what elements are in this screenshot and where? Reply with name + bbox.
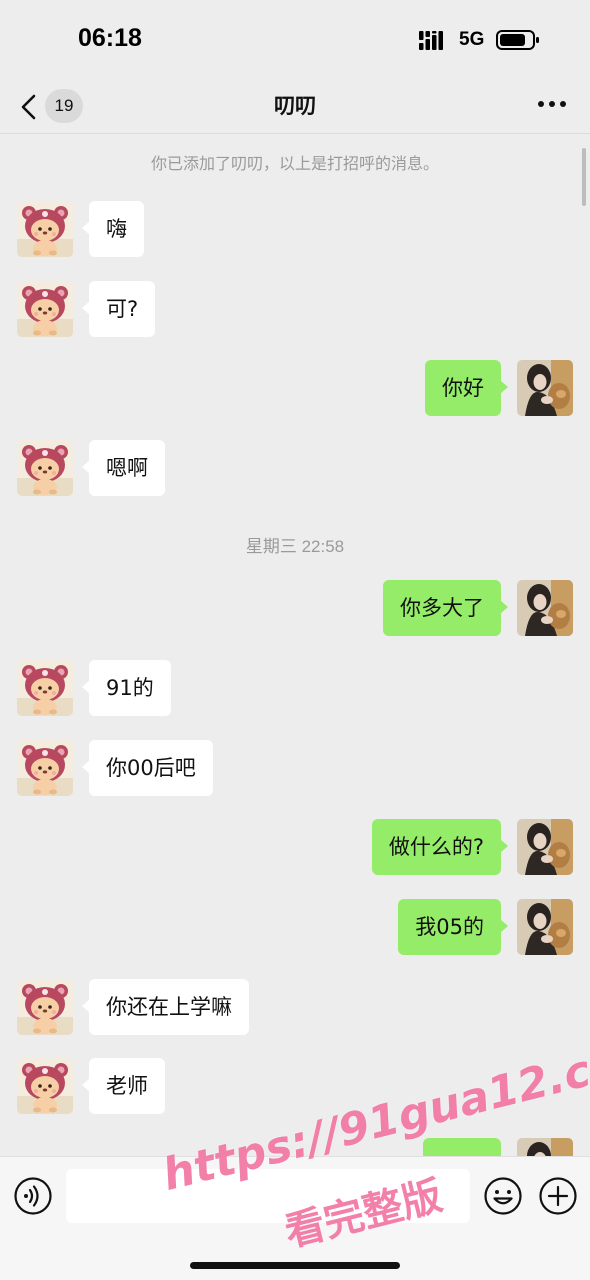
message-row: 我05的 [0, 899, 590, 959]
contact-avatar[interactable] [17, 440, 73, 496]
bear-avatar-icon [17, 281, 73, 337]
status-time: 06:18 [78, 24, 142, 52]
photo-avatar-icon [517, 1138, 573, 1156]
time-divider: 星期三 22:58 [245, 537, 345, 556]
message-bubble[interactable]: 你00后吧 [82, 740, 213, 796]
contact-avatar[interactable] [17, 281, 73, 337]
plus-icon[interactable] [538, 1176, 578, 1216]
message-row: 你好 [0, 360, 590, 420]
message-row: 你多大了 [0, 580, 590, 640]
message-row: 老师 [0, 1058, 590, 1118]
contact-avatar[interactable] [17, 660, 73, 716]
my-avatar[interactable] [517, 1138, 573, 1156]
message-bubble[interactable]: 老师 [82, 1058, 165, 1114]
message-row: 做什么的? [0, 819, 590, 879]
message-bubble[interactable]: 我05的 [398, 899, 508, 955]
my-avatar[interactable] [517, 899, 573, 955]
message-bubble[interactable]: 你多大了 [383, 580, 508, 636]
voice-icon[interactable] [13, 1176, 53, 1216]
message-bubble[interactable]: 嗯啊 [82, 440, 165, 496]
emoji-icon[interactable] [483, 1176, 523, 1216]
photo-avatar-icon [517, 819, 573, 875]
home-indicator[interactable] [190, 1262, 400, 1269]
contact-avatar[interactable] [17, 979, 73, 1035]
status-bar: 06:18 5G [0, 0, 590, 80]
contact-avatar[interactable] [17, 1058, 73, 1114]
battery-icon [496, 30, 539, 50]
message-row: 嗯啊 [0, 440, 590, 500]
nav-bar: 19 叨叨 [0, 80, 590, 134]
bear-avatar-icon [17, 660, 73, 716]
signal-icon [419, 31, 443, 50]
photo-avatar-icon [517, 580, 573, 636]
message-row: 你还在上学嘛 [0, 979, 590, 1039]
message-bubble[interactable]: 嗨 [82, 201, 144, 257]
my-avatar[interactable] [517, 360, 573, 416]
message-bubble[interactable] [423, 1138, 501, 1156]
message-row: 你00后吧 [0, 740, 590, 800]
message-bubble[interactable]: 你好 [425, 360, 508, 416]
message-row: 可? [0, 281, 590, 341]
bear-avatar-icon [17, 1058, 73, 1114]
chat-screen: 06:18 5G 19 叨叨 你已添加了叨叨，以上是打招呼的消息。 嗨 可? 你… [0, 0, 590, 1280]
message-bubble[interactable]: 91的 [82, 660, 171, 716]
message-row: 嗨 [0, 201, 590, 261]
my-avatar[interactable] [517, 580, 573, 636]
contact-avatar[interactable] [17, 740, 73, 796]
my-avatar[interactable] [517, 819, 573, 875]
system-notice: 你已添加了叨叨，以上是打招呼的消息。 [150, 154, 439, 173]
message-bubble[interactable]: 可? [81, 281, 156, 337]
message-row-partial [0, 1138, 590, 1156]
bear-avatar-icon [17, 979, 73, 1035]
photo-avatar-icon [517, 360, 573, 416]
photo-avatar-icon [517, 899, 573, 955]
bear-avatar-icon [17, 440, 73, 496]
network-label: 5G [459, 29, 485, 50]
message-bubble[interactable]: 做什么的? [371, 819, 509, 875]
more-dots-icon[interactable] [534, 92, 570, 116]
message-row: 91的 [0, 660, 590, 720]
message-input[interactable] [66, 1169, 470, 1223]
chat-title: 叨叨 [274, 94, 316, 118]
message-bubble[interactable]: 你还在上学嘛 [82, 979, 249, 1035]
bear-avatar-icon [17, 201, 73, 257]
contact-avatar[interactable] [17, 201, 73, 257]
bear-avatar-icon [17, 740, 73, 796]
